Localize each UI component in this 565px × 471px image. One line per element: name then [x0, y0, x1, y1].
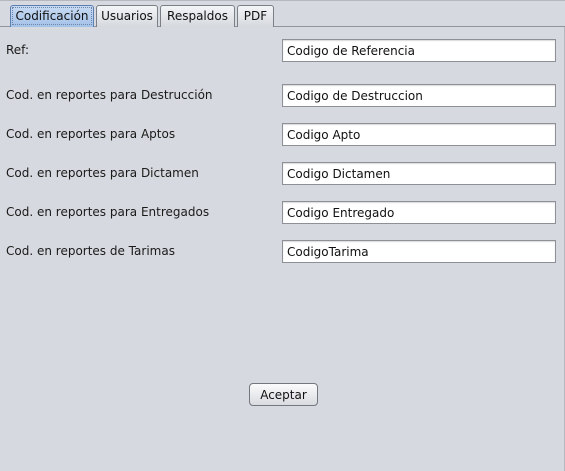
tab-pdf[interactable]: PDF: [237, 5, 274, 27]
tab-usuarios[interactable]: Usuarios: [96, 5, 158, 27]
accept-button[interactable]: Aceptar: [249, 383, 318, 406]
tab-strip: Codificación Usuarios Respaldos PDF: [0, 0, 565, 27]
tarimas-label: Cod. en reportes de Tarimas: [6, 244, 175, 258]
tab-label: PDF: [243, 9, 268, 23]
ref-label: Ref:: [6, 43, 30, 57]
aptos-label: Cod. en reportes para Aptos: [6, 127, 176, 141]
dictamen-field[interactable]: [282, 162, 556, 185]
destruccion-label: Cod. en reportes para Destrucción: [6, 88, 213, 102]
entregados-label: Cod. en reportes para Entregados: [6, 205, 210, 219]
tab-label: Usuarios: [101, 9, 153, 23]
aptos-field[interactable]: [282, 123, 556, 146]
ref-field[interactable]: [282, 39, 556, 62]
dictamen-label: Cod. en reportes para Dictamen: [6, 166, 199, 180]
tarimas-field[interactable]: [282, 240, 556, 263]
tab-label: Respaldos: [167, 9, 228, 23]
destruccion-field[interactable]: [282, 84, 556, 107]
tab-label: Codificación: [12, 7, 92, 25]
entregados-field[interactable]: [282, 201, 556, 224]
tab-codificacion[interactable]: Codificación: [10, 5, 94, 27]
settings-window: Codificación Usuarios Respaldos PDF Ref:…: [0, 0, 565, 471]
tab-respaldos[interactable]: Respaldos: [160, 5, 235, 27]
